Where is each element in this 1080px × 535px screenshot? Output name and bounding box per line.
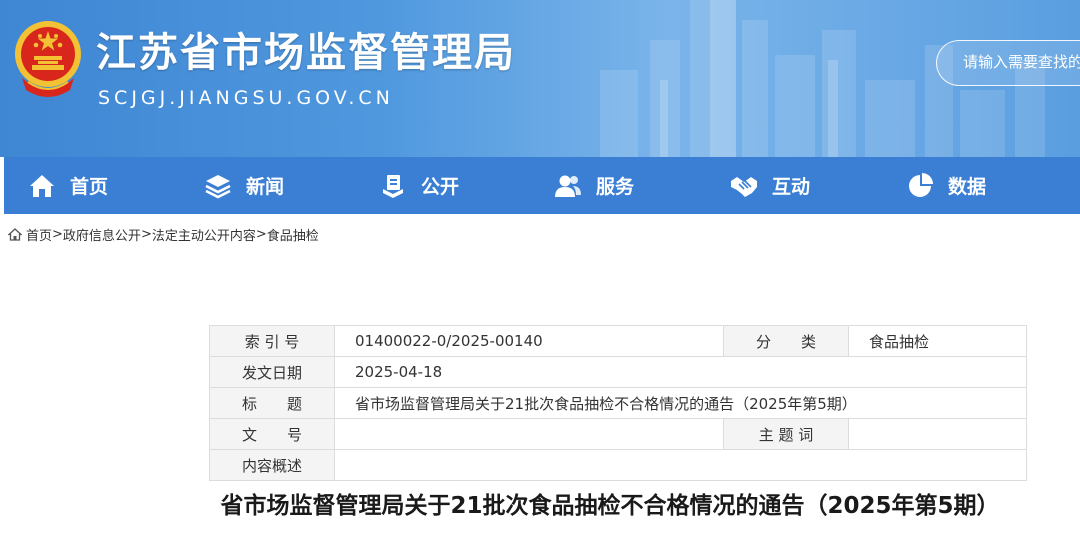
title-label: 标 题: [209, 387, 335, 419]
table-row: 标 题 省市场监督管理局关于21批次食品抽检不合格情况的通告（2025年第5期）: [209, 387, 1027, 419]
article-title: 省市场监督管理局关于21批次食品抽检不合格情况的通告（2025年第5期）: [220, 493, 1000, 519]
nav-item-public[interactable]: 公开: [379, 157, 459, 214]
keywords-label: 主 题 词: [723, 418, 849, 450]
category-label: 分 类: [723, 325, 849, 357]
breadcrumb: 首页 > 政府信息公开 > 法定主动公开内容 > 食品抽检: [8, 225, 319, 244]
date-label: 发文日期: [209, 356, 335, 388]
document-info-table: 索 引 号 01400022-0/2025-00140 分 类 食品抽检 发文日…: [209, 325, 1027, 481]
nav-item-data[interactable]: 数据: [906, 157, 986, 214]
nav-item-label: 服务: [596, 176, 635, 198]
table-row: 索 引 号 01400022-0/2025-00140 分 类 食品抽检: [209, 325, 1027, 357]
site-title: 江苏省市场监督管理局: [96, 30, 516, 76]
nav-item-news[interactable]: 新闻: [204, 157, 284, 214]
nav-item-label: 公开: [421, 176, 460, 198]
nav-item-home[interactable]: 首页: [28, 157, 108, 214]
pie-chart-icon: [909, 172, 933, 197]
index-value: 01400022-0/2025-00140: [334, 325, 724, 357]
nav-item-label: 数据: [948, 176, 987, 198]
table-row: 发文日期 2025-04-18: [209, 356, 1027, 388]
table-row: 文 号 主 题 词: [209, 418, 1027, 450]
home-icon: [30, 174, 54, 197]
nav-item-label: 新闻: [246, 176, 285, 198]
people-icon: [555, 175, 581, 197]
breadcrumb-gov-info[interactable]: 政府信息公开: [63, 225, 141, 244]
summary-value: [334, 449, 1027, 481]
breadcrumb-separator: >: [52, 226, 63, 242]
home-icon: [8, 227, 22, 241]
breadcrumb-home[interactable]: 首页: [26, 225, 52, 244]
nav-item-service[interactable]: 服务: [554, 157, 634, 214]
search-input[interactable]: 请输入需要查找的: [936, 40, 1080, 86]
breadcrumb-food-inspection[interactable]: 食品抽检: [267, 225, 319, 244]
site-domain: SCJGJ.JIANGSU.GOV.CN: [98, 87, 394, 109]
index-label: 索 引 号: [209, 325, 335, 357]
nav-item-label: 互动: [772, 176, 811, 198]
title-value: 省市场监督管理局关于21批次食品抽检不合格情况的通告（2025年第5期）: [334, 387, 1027, 419]
table-row: 内容概述: [209, 449, 1027, 481]
category-value: 食品抽检: [848, 325, 1027, 357]
breadcrumb-statutory[interactable]: 法定主动公开内容: [152, 225, 256, 244]
summary-label: 内容概述: [209, 449, 335, 481]
main-nav: 首页 新闻 公开 服务 互动 数据: [4, 157, 1080, 214]
date-value: 2025-04-18: [334, 356, 1027, 388]
keywords-value: [848, 418, 1027, 450]
national-emblem-icon: [15, 21, 81, 97]
breadcrumb-separator: >: [255, 226, 267, 242]
doc-number-value: [334, 418, 724, 450]
site-header: 江苏省市场监督管理局 SCJGJ.JIANGSU.GOV.CN 请输入需要查找的: [0, 0, 1080, 157]
document-stack-icon: [383, 174, 403, 198]
nav-item-interaction[interactable]: 互动: [730, 157, 810, 214]
layers-icon: [205, 174, 231, 198]
doc-number-label: 文 号: [209, 418, 335, 450]
handshake-icon: [731, 176, 757, 197]
breadcrumb-separator: >: [140, 226, 152, 242]
nav-item-label: 首页: [70, 176, 109, 198]
